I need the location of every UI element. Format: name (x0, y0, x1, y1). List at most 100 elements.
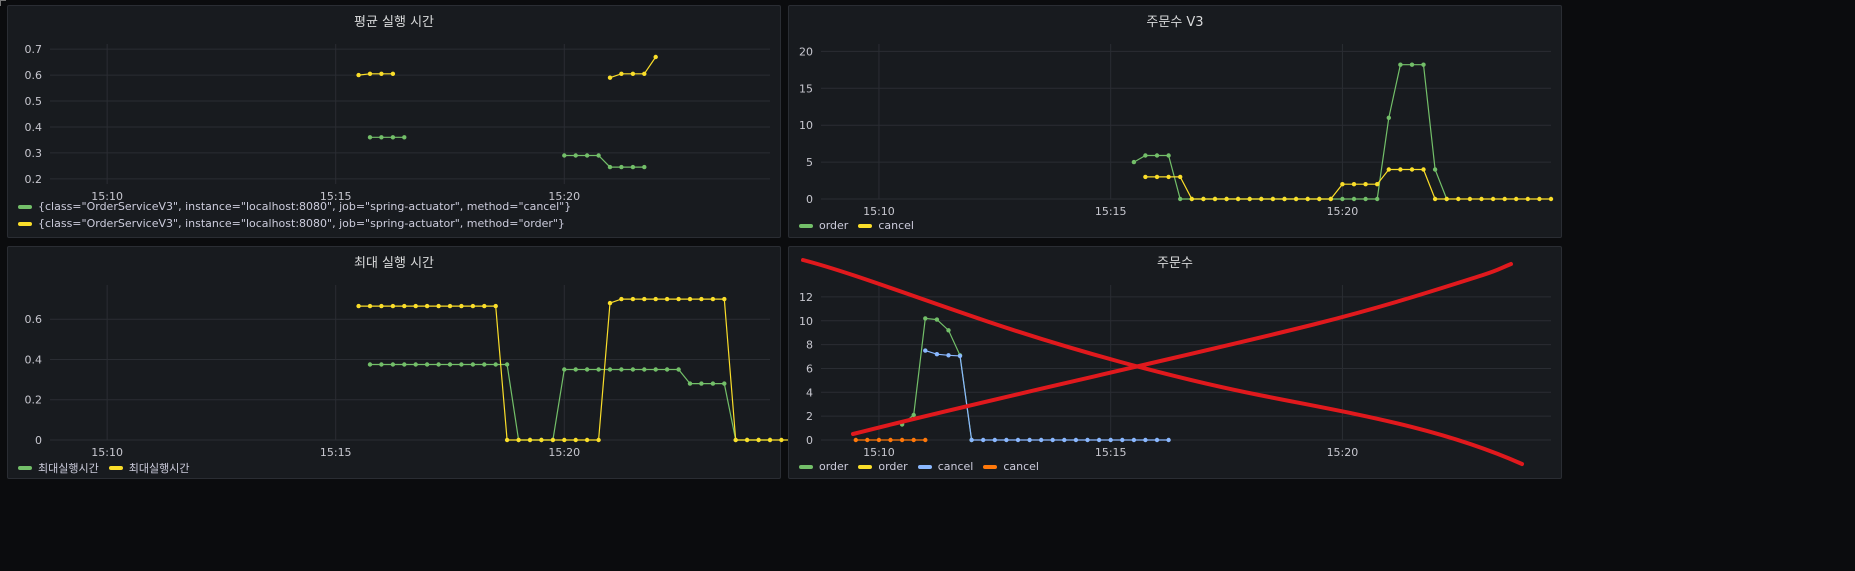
data-point (504, 437, 510, 443)
data-point (573, 437, 578, 443)
legend-item-cancel[interactable]: {class="OrderServiceV3", instance="local… (18, 200, 571, 213)
data-point (379, 135, 384, 140)
y-tick-label: 8 (806, 339, 813, 352)
legend-item-order[interactable]: order (799, 219, 848, 232)
data-point (436, 303, 441, 309)
data-point (1293, 196, 1299, 202)
x-tick-label: 15:15 (1095, 446, 1127, 459)
data-point (356, 303, 361, 309)
panel-avg-exec-time[interactable]: 평균 실행 시간 0.2 0.3 0.4 0.5 0.6 0.7 15:10 15:15 15:… (7, 5, 781, 238)
data-point (642, 296, 647, 302)
y-tick-label: 0.6 (25, 69, 43, 82)
data-point (1398, 167, 1403, 172)
y-tick-label: 10 (799, 315, 813, 328)
y-tick-label: 5 (806, 156, 813, 169)
y-tick-label: 6 (806, 362, 813, 375)
data-point (630, 164, 636, 170)
data-point (1085, 437, 1090, 443)
data-point (1444, 196, 1449, 202)
data-point (436, 362, 441, 367)
data-point (1467, 196, 1473, 202)
data-point (1166, 437, 1171, 443)
data-point (596, 437, 601, 443)
data-point (1363, 182, 1368, 187)
series-line-0 (901, 317, 973, 441)
data-point (676, 296, 681, 302)
legend-item-max-green[interactable]: 최대실행시간 (18, 460, 99, 476)
data-point (733, 437, 738, 443)
data-point (1351, 196, 1357, 202)
legend-swatch (18, 204, 32, 209)
x-tick-label: 15:10 (863, 446, 895, 459)
data-point (367, 71, 373, 77)
legend-item-cancel[interactable]: cancel (858, 219, 914, 232)
data-point (687, 381, 693, 386)
y-tick-label: 4 (806, 386, 813, 399)
data-point (1398, 62, 1403, 67)
data-point (379, 303, 384, 309)
legend-item-order-yellow[interactable]: order (858, 460, 908, 473)
legend-swatch (18, 466, 32, 470)
data-point (482, 362, 487, 367)
data-point (573, 153, 578, 158)
y-tick-label: 0.4 (25, 353, 43, 366)
data-point (1178, 174, 1183, 180)
data-point (1432, 196, 1438, 202)
legend-swatch (108, 466, 123, 470)
legend-label: 최대실행시간 (38, 462, 99, 475)
y-tick-label: 0.7 (25, 43, 43, 56)
x-tick-label: 15:15 (1095, 205, 1127, 218)
panel-orders-v3[interactable]: 주문수 V3 0 5 10 15 20 15:10 15:15 15:20 order can… (788, 5, 1562, 238)
data-point (1432, 167, 1438, 172)
y-tick-label: 0.4 (25, 121, 43, 134)
y-tick-label: 0.3 (25, 147, 43, 160)
data-point (413, 303, 418, 309)
legend-item-cancel-blue[interactable]: cancel (917, 460, 973, 473)
legend-item-order-green[interactable]: order (799, 460, 848, 473)
data-point (1201, 196, 1206, 202)
legend-item-max-yellow[interactable]: 최대실행시간 (108, 460, 189, 476)
legend-swatch (983, 464, 998, 469)
data-point (653, 367, 658, 372)
legend-swatch (18, 221, 32, 226)
data-point (470, 362, 476, 367)
legend-label: order (819, 460, 849, 473)
data-point (459, 362, 464, 367)
data-point (1386, 115, 1391, 121)
data-point (853, 437, 858, 443)
data-point (934, 317, 940, 322)
data-point (1409, 62, 1415, 67)
data-point (865, 437, 870, 443)
data-point (1143, 153, 1148, 158)
data-point (493, 303, 498, 309)
data-point (1154, 437, 1160, 443)
data-point (1062, 437, 1067, 443)
data-point (367, 362, 373, 367)
data-point (1351, 182, 1357, 187)
data-point (1340, 196, 1345, 202)
data-point (1456, 196, 1461, 202)
legend: order order cancel cancel (799, 460, 1039, 473)
x-tick-label: 15:20 (548, 446, 580, 459)
data-point (1143, 437, 1148, 443)
legend-item-order[interactable]: {class="OrderServiceV3", instance="local… (18, 217, 571, 230)
data-point (1004, 437, 1009, 443)
data-point (767, 437, 773, 443)
data-point (981, 437, 986, 443)
legend-item-cancel-orange[interactable]: cancel (983, 460, 1039, 473)
data-point (470, 303, 476, 309)
data-point (1375, 182, 1380, 187)
legend-swatch (799, 464, 813, 469)
data-point (390, 71, 396, 77)
panel-orders[interactable]: 주문수 0 2 4 6 8 10 12 15:10 15:15 15:20 order order… (788, 246, 1562, 479)
data-point (607, 75, 613, 80)
data-point (722, 381, 727, 386)
data-point (1166, 153, 1171, 158)
panel-max-exec-time[interactable]: 최대 실행 시간 0 0.2 0.4 0.6 15:10 15:15 15:20 최대실행시… (7, 246, 796, 479)
data-point (413, 362, 418, 367)
resize-handle-icon (0, 0, 6, 6)
data-point (1386, 167, 1391, 172)
y-tick-label: 0 (806, 193, 813, 206)
data-point (493, 362, 498, 367)
data-point (1479, 196, 1484, 202)
